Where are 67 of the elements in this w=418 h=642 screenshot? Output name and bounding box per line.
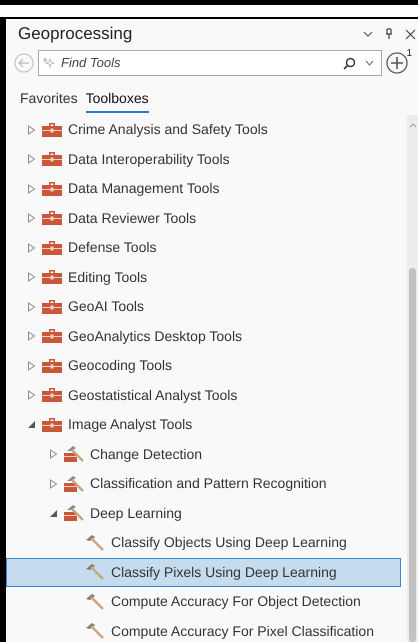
tab[interactable]: Favorites bbox=[20, 88, 78, 113]
tree-item[interactable]: Compute Accuracy For Object Detection bbox=[6, 587, 401, 616]
toolbox-icon bbox=[42, 152, 62, 166]
toolbox-icon bbox=[42, 182, 62, 196]
collapse-arrow-icon[interactable] bbox=[27, 420, 36, 430]
search-field[interactable]: Find Tools bbox=[61, 53, 337, 73]
toolset-icon bbox=[64, 504, 84, 522]
expand-arrow-icon[interactable] bbox=[27, 184, 36, 194]
panel-title: Geoprocessing bbox=[18, 23, 134, 46]
tree-item[interactable]: GeoAnalytics Desktop Tools bbox=[6, 322, 401, 351]
toolset-icon bbox=[64, 445, 84, 464]
toolbox-icon bbox=[42, 122, 62, 137]
expand-arrow-icon[interactable] bbox=[27, 302, 36, 312]
expand-arrow-icon[interactable] bbox=[27, 154, 36, 164]
expand-arrow-icon[interactable] bbox=[27, 390, 36, 400]
tree-item[interactable]: Geocoding Tools bbox=[6, 351, 401, 380]
count-label: 1 bbox=[406, 47, 412, 61]
scrollbar-thumb[interactable] bbox=[409, 268, 416, 642]
dropdown-icon[interactable] bbox=[365, 60, 374, 66]
tree-item[interactable]: Classification and Pattern Recognition bbox=[6, 469, 401, 498]
tree-item[interactable]: GeoAI Tools bbox=[6, 292, 401, 322]
tree-item[interactable]: Data Management Tools bbox=[6, 174, 401, 204]
expand-arrow-icon[interactable] bbox=[27, 331, 36, 342]
expand-arrow-icon[interactable] bbox=[27, 213, 36, 224]
toolbox-icon bbox=[42, 300, 62, 314]
close-icon[interactable] bbox=[405, 28, 416, 40]
toolbox-icon bbox=[42, 240, 62, 255]
toolbox-icon bbox=[42, 358, 62, 373]
tree-item[interactable]: Compute Accuracy For Pixel Classification bbox=[6, 616, 401, 642]
hammer-icon bbox=[85, 622, 105, 640]
pin-icon[interactable] bbox=[385, 28, 393, 40]
toolbox-icon bbox=[42, 418, 62, 432]
tree-item[interactable]: Image Analyst Tools bbox=[6, 410, 401, 440]
expand-arrow-icon[interactable] bbox=[27, 272, 36, 282]
expand-arrow-icon[interactable] bbox=[49, 449, 58, 460]
toolset-icon bbox=[64, 474, 84, 493]
dropdown-icon[interactable] bbox=[363, 31, 373, 37]
scrollbar[interactable] bbox=[407, 115, 418, 642]
tree-item[interactable]: Classify Objects Using Deep Learning bbox=[6, 528, 401, 558]
back-icon[interactable] bbox=[14, 53, 34, 73]
tree-item[interactable]: Deep Learning bbox=[6, 498, 401, 528]
hammer-icon bbox=[85, 592, 105, 611]
toolbox-icon bbox=[42, 329, 62, 344]
tree-item[interactable]: Classify Pixels Using Deep Learning bbox=[6, 558, 401, 587]
expand-arrow-icon[interactable] bbox=[27, 242, 36, 253]
scroll-up-icon[interactable] bbox=[408, 123, 416, 128]
expand-arrow-icon[interactable] bbox=[27, 360, 36, 371]
tree-item[interactable]: Change Detection bbox=[6, 440, 401, 469]
search-icon[interactable] bbox=[343, 56, 356, 70]
add-icon[interactable] bbox=[386, 52, 408, 74]
toolbox-icon bbox=[42, 388, 62, 402]
collapse-arrow-icon[interactable] bbox=[49, 508, 58, 518]
tree-item[interactable]: Editing Tools bbox=[6, 262, 401, 292]
toolbox-icon bbox=[42, 211, 62, 226]
expand-arrow-icon[interactable] bbox=[49, 478, 58, 489]
sparkle-icon bbox=[43, 57, 55, 69]
tree-item[interactable]: Geostatistical Analyst Tools bbox=[6, 380, 401, 410]
hammer-icon bbox=[85, 534, 105, 552]
tree-item[interactable]: Defense Tools bbox=[6, 233, 401, 262]
tree-item[interactable]: Data Interoperability Tools bbox=[6, 144, 401, 174]
search-bar[interactable]: Find Tools bbox=[38, 50, 382, 76]
expand-arrow-icon[interactable] bbox=[27, 124, 36, 135]
tree-item[interactable]: Data Reviewer Tools bbox=[6, 204, 401, 233]
tab[interactable]: Toolboxes bbox=[86, 88, 149, 113]
hammer-icon bbox=[85, 563, 105, 582]
tree-item[interactable]: Crime Analysis and Safety Tools bbox=[6, 115, 401, 144]
toolbox-icon bbox=[42, 270, 62, 284]
